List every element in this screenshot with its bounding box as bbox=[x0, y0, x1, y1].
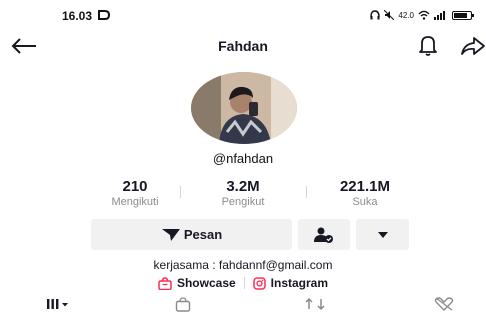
link-divider bbox=[243, 277, 245, 289]
tab-showcase[interactable] bbox=[163, 294, 203, 314]
bio-text: kerjasama : fahdannf@gmail.com bbox=[153, 258, 333, 272]
status-time: 16.03 bbox=[62, 9, 93, 23]
message-button[interactable]: Pesan bbox=[91, 219, 292, 250]
wifi-icon bbox=[418, 10, 430, 20]
instagram-label: Instagram bbox=[270, 276, 329, 290]
stat-following-value[interactable]: 210 bbox=[90, 178, 180, 195]
username: @nfahdan bbox=[212, 151, 274, 166]
more-options-button[interactable] bbox=[356, 219, 409, 250]
showcase-label: Showcase bbox=[176, 276, 236, 290]
avatar-photo bbox=[191, 72, 297, 144]
notification-icon bbox=[98, 10, 110, 20]
stat-followers-value[interactable]: 3.2M bbox=[198, 178, 288, 195]
stat-likes-value: 221.1M bbox=[339, 178, 391, 195]
tab-liked[interactable] bbox=[424, 294, 464, 314]
tab-videos[interactable] bbox=[38, 294, 78, 314]
user-check-icon bbox=[314, 227, 333, 243]
stat-divider bbox=[180, 186, 181, 198]
message-button-label: Pesan bbox=[183, 227, 223, 242]
avatar[interactable] bbox=[191, 72, 297, 144]
stat-following-label: Mengikuti bbox=[111, 196, 159, 208]
page-title: Fahdan bbox=[218, 38, 268, 54]
headphones-icon bbox=[370, 10, 381, 20]
caret-down-icon bbox=[377, 231, 388, 238]
network-speed: 42.0 bbox=[398, 10, 414, 20]
status-indicators: 42.0 bbox=[370, 8, 474, 22]
stat-likes-label: Suka bbox=[352, 196, 378, 208]
signal-icon bbox=[434, 11, 445, 20]
profile-links: Showcase Instagram bbox=[0, 276, 486, 290]
liked-heart-icon bbox=[434, 297, 454, 311]
mute-icon bbox=[384, 10, 395, 20]
bell-icon[interactable] bbox=[416, 33, 440, 57]
instagram-icon bbox=[252, 276, 266, 290]
tab-reposts[interactable] bbox=[295, 294, 335, 314]
grid-icon bbox=[47, 299, 68, 309]
repost-icon bbox=[305, 297, 325, 311]
friend-status-button[interactable] bbox=[298, 219, 350, 250]
showcase-link[interactable]: Showcase bbox=[158, 276, 236, 290]
stat-divider bbox=[306, 186, 307, 198]
share-icon[interactable] bbox=[460, 35, 486, 57]
instagram-link[interactable]: Instagram bbox=[252, 276, 329, 290]
send-icon bbox=[161, 228, 180, 241]
bag-icon bbox=[175, 296, 191, 312]
stat-followers-label: Pengikut bbox=[221, 196, 265, 208]
shopping-bag-icon bbox=[158, 276, 172, 290]
battery-icon bbox=[452, 10, 474, 20]
